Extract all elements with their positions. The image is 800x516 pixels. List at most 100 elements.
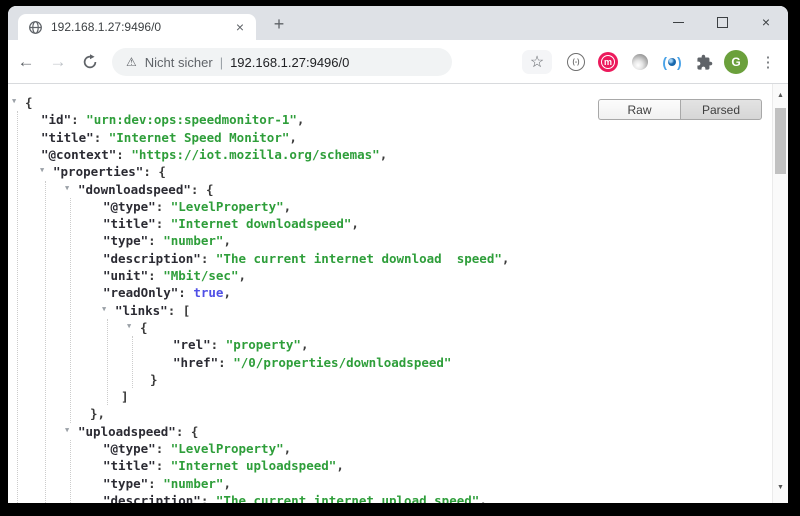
page-content: Raw Parsed ▼ { "id": "urn:dev:ops:speedmon… bbox=[8, 84, 788, 503]
json-line: "rel": "property", bbox=[8, 336, 771, 353]
json-line: "@context": "https://iot.mozilla.org/sch… bbox=[8, 146, 771, 163]
json-token-s: "The current internet upload speed" bbox=[216, 493, 479, 503]
json-token-s: "urn:dev:ops:speedmonitor-1" bbox=[86, 112, 297, 127]
back-button[interactable]: ← bbox=[14, 50, 38, 74]
json-token-p: { bbox=[25, 95, 33, 110]
json-token-p: } bbox=[150, 372, 158, 387]
maximize-button[interactable] bbox=[700, 6, 744, 38]
json-token-p: : bbox=[156, 199, 171, 214]
json-token-p: : bbox=[148, 233, 163, 248]
json-token-s: "The current internet download speed" bbox=[216, 251, 502, 266]
json-token-p: : bbox=[148, 268, 163, 283]
json-token-p: , bbox=[336, 458, 344, 473]
json-token-p: : { bbox=[191, 182, 214, 197]
extension-icons-row: (-) m () G ⋮ bbox=[560, 40, 784, 84]
collapse-arrow-icon[interactable]: ▼ bbox=[40, 167, 44, 174]
security-label[interactable]: Nicht sicher bbox=[145, 55, 213, 70]
json-token-p: , bbox=[223, 476, 231, 491]
extension-button-2[interactable]: m bbox=[592, 40, 624, 84]
reload-button[interactable] bbox=[78, 50, 102, 74]
json-line: ▼ "downloadspeed": { bbox=[8, 181, 771, 198]
json-token-s: "Internet uploadspeed" bbox=[171, 458, 337, 473]
profile-button[interactable]: G bbox=[720, 40, 752, 84]
sphere-extension-icon bbox=[632, 54, 648, 70]
json-token-k: "links" bbox=[115, 303, 168, 318]
tab-title: 192.168.1.27:9496/0 bbox=[51, 20, 234, 34]
circle-extension-icon: (-) bbox=[567, 53, 585, 71]
json-token-p: : { bbox=[176, 424, 199, 439]
json-line: "title": "Internet downloadspeed", bbox=[8, 215, 771, 232]
pink-m-extension-icon: m bbox=[598, 52, 618, 72]
tab-close-icon[interactable]: × bbox=[234, 20, 246, 34]
json-token-k: "title" bbox=[103, 458, 156, 473]
json-tree: ▼{"id": "urn:dev:ops:speedmonitor-1","ti… bbox=[8, 84, 771, 503]
json-token-k: "description" bbox=[103, 251, 201, 266]
not-secure-warning-icon: ⚠ bbox=[126, 56, 137, 68]
extension-button-4[interactable]: () bbox=[656, 40, 688, 84]
close-window-button[interactable]: × bbox=[744, 6, 788, 38]
json-token-p: , bbox=[289, 130, 297, 145]
json-token-k: "properties" bbox=[53, 164, 143, 179]
maximize-icon bbox=[717, 17, 728, 28]
json-token-p: , bbox=[301, 337, 309, 352]
browser-menu-button[interactable]: ⋮ bbox=[752, 40, 784, 84]
extensions-menu-button[interactable] bbox=[688, 40, 720, 84]
json-token-k: "description" bbox=[103, 493, 201, 503]
json-token-p: : bbox=[71, 112, 86, 127]
screenshot-root: { "browser": { "tab": { "title": "192.16… bbox=[0, 0, 800, 516]
json-token-p: : bbox=[94, 130, 109, 145]
json-token-s: "Internet downloadspeed" bbox=[171, 216, 352, 231]
minimize-button[interactable] bbox=[656, 6, 700, 38]
json-token-p: }, bbox=[90, 406, 105, 421]
parsed-button[interactable]: Parsed bbox=[680, 99, 762, 120]
puzzle-icon bbox=[696, 54, 713, 71]
browser-toolbar: ← → ⚠ Nicht sicher | 192.168.1.27:9496/0… bbox=[8, 40, 788, 84]
json-token-k: "readOnly" bbox=[103, 285, 178, 300]
collapse-arrow-icon[interactable]: ▼ bbox=[65, 427, 69, 434]
json-line: }, bbox=[8, 405, 771, 422]
json-token-s: "https://iot.mozilla.org/schemas" bbox=[131, 147, 379, 162]
json-token-k: "uploadspeed" bbox=[78, 424, 176, 439]
scroll-down-icon[interactable]: ▼ bbox=[773, 484, 788, 491]
json-token-p: , bbox=[284, 199, 292, 214]
json-token-p: , bbox=[238, 268, 246, 283]
collapse-arrow-icon[interactable]: ▼ bbox=[12, 98, 16, 105]
json-token-p: : bbox=[156, 458, 171, 473]
json-token-p: : bbox=[201, 251, 216, 266]
json-token-b: true bbox=[193, 285, 223, 300]
url-separator: | bbox=[220, 55, 223, 70]
json-token-k: "rel" bbox=[173, 337, 211, 352]
bookmark-star-button[interactable]: ☆ bbox=[522, 50, 552, 74]
json-token-k: "title" bbox=[103, 216, 156, 231]
raw-button[interactable]: Raw bbox=[598, 99, 680, 120]
json-line: "type": "number", bbox=[8, 232, 771, 249]
json-token-k: "downloadspeed" bbox=[78, 182, 191, 197]
address-bar[interactable]: ⚠ Nicht sicher | 192.168.1.27:9496/0 bbox=[112, 48, 452, 76]
scrollbar-thumb[interactable] bbox=[775, 108, 786, 174]
globe-icon bbox=[28, 20, 43, 35]
json-token-k: "unit" bbox=[103, 268, 148, 283]
json-line: "type": "number", bbox=[8, 475, 771, 492]
json-line: } bbox=[8, 371, 771, 388]
collapse-arrow-icon[interactable]: ▼ bbox=[127, 323, 131, 330]
vertical-scrollbar[interactable]: ▲ ▼ bbox=[772, 84, 788, 503]
extension-button-1[interactable]: (-) bbox=[560, 40, 592, 84]
json-token-p: { bbox=[140, 320, 148, 335]
json-token-p: : bbox=[116, 147, 131, 162]
json-token-s: "/0/properties/downloadspeed" bbox=[233, 355, 451, 370]
json-token-p: , bbox=[284, 441, 292, 456]
json-line: "description": "The current internet dow… bbox=[8, 250, 771, 267]
json-token-k: "id" bbox=[41, 112, 71, 127]
json-token-p: : bbox=[148, 476, 163, 491]
json-token-k: "title" bbox=[41, 130, 94, 145]
json-token-p: : bbox=[156, 216, 171, 231]
new-tab-button[interactable]: + bbox=[266, 12, 292, 36]
json-token-s: "number" bbox=[163, 233, 223, 248]
scroll-up-icon[interactable]: ▲ bbox=[773, 92, 788, 99]
json-token-p: : bbox=[211, 337, 226, 352]
collapse-arrow-icon[interactable]: ▼ bbox=[65, 185, 69, 192]
extension-button-3[interactable] bbox=[624, 40, 656, 84]
browser-tab[interactable]: 192.168.1.27:9496/0 × bbox=[18, 14, 256, 40]
collapse-arrow-icon[interactable]: ▼ bbox=[102, 306, 106, 313]
url-text[interactable]: 192.168.1.27:9496/0 bbox=[230, 55, 349, 70]
